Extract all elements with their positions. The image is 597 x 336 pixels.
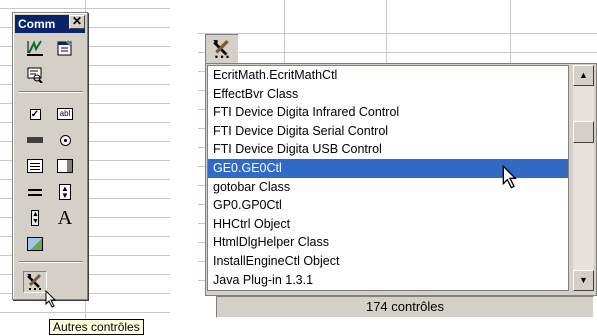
spin-button-icon: ▲ ▼ (59, 184, 71, 200)
command-button-control-button[interactable] (23, 129, 47, 151)
list-item[interactable]: FTI Device Digita Infrared Control (208, 103, 568, 122)
label-control-button[interactable]: A (53, 207, 77, 229)
image-icon (27, 237, 43, 251)
more-controls-icon (213, 40, 229, 58)
scroll-thumb[interactable] (573, 121, 594, 143)
scroll-down-button[interactable]: ▼ (573, 270, 594, 291)
mouse-pointer-icon (502, 165, 517, 189)
list-item[interactable]: EffectBvr Class (208, 85, 568, 104)
controls-dropdown: EcritMath.EcritMathCtl EffectBvr Class FTI… (205, 63, 597, 318)
scrollbar-control-button[interactable]: ▲ ▼ (23, 207, 47, 229)
listbox-icon (27, 159, 43, 173)
list-item[interactable]: Java Plug-in 1.3.1 (208, 271, 568, 290)
toggle-button-control-button[interactable] (23, 181, 47, 203)
view-code-icon (27, 67, 43, 83)
scrollbar-icon: ▲ ▼ (31, 210, 39, 226)
listbox-control-button[interactable] (23, 155, 47, 177)
list-item[interactable]: FTI Device Digita USB Control (208, 140, 568, 159)
design-mode-button[interactable] (23, 37, 47, 59)
option-button-control-button[interactable] (53, 129, 77, 151)
textbox-icon: abl (57, 108, 73, 120)
properties-button[interactable] (53, 37, 77, 59)
more-controls-icon (27, 273, 42, 290)
checkbox-control-button[interactable]: ✓ (23, 103, 47, 125)
list-item[interactable]: HHCtrl Object (208, 215, 568, 234)
combobox-control-button[interactable] (53, 155, 77, 177)
textbox-control-button[interactable]: abl (53, 103, 77, 125)
list-item[interactable]: HtmlDlgHelper Class (208, 233, 568, 252)
list-item[interactable]: FTI Device Digita Serial Control (208, 122, 568, 141)
toolbox-close-button[interactable]: ✕ (69, 15, 85, 29)
toolbox-separator (19, 261, 83, 263)
combobox-icon (57, 159, 73, 173)
scroll-up-button[interactable]: ▲ (573, 65, 594, 86)
more-controls-button-expanded[interactable] (205, 34, 239, 64)
tooltip: Autres contrôles (49, 319, 144, 335)
view-code-button[interactable] (23, 63, 47, 85)
more-controls-button[interactable] (23, 271, 47, 293)
toggle-button-icon (28, 186, 42, 198)
controls-count: 174 contrôles (216, 296, 594, 318)
list-item[interactable]: InstallEngineCtl Object (208, 252, 568, 271)
checkbox-icon: ✓ (29, 108, 41, 120)
list-item[interactable]: EcritMath.EcritMathCtl (208, 66, 568, 85)
label-icon: A (57, 207, 73, 229)
listbox-scrollbar[interactable]: ▲ ▼ (573, 65, 594, 291)
properties-icon (57, 40, 72, 56)
design-mode-icon (27, 40, 43, 56)
control-toolbox: Comm ✕ ✓ abl ▲ ▼ ▲ ▼ A (12, 12, 88, 300)
list-item[interactable]: GP0.GP0Ctl (208, 196, 568, 215)
mouse-pointer-icon (45, 290, 57, 308)
spin-button-control-button[interactable]: ▲ ▼ (53, 181, 77, 203)
option-button-icon (59, 134, 71, 146)
command-button-icon (27, 137, 43, 143)
toolbox-separator (19, 91, 83, 93)
image-control-button[interactable] (23, 233, 47, 255)
